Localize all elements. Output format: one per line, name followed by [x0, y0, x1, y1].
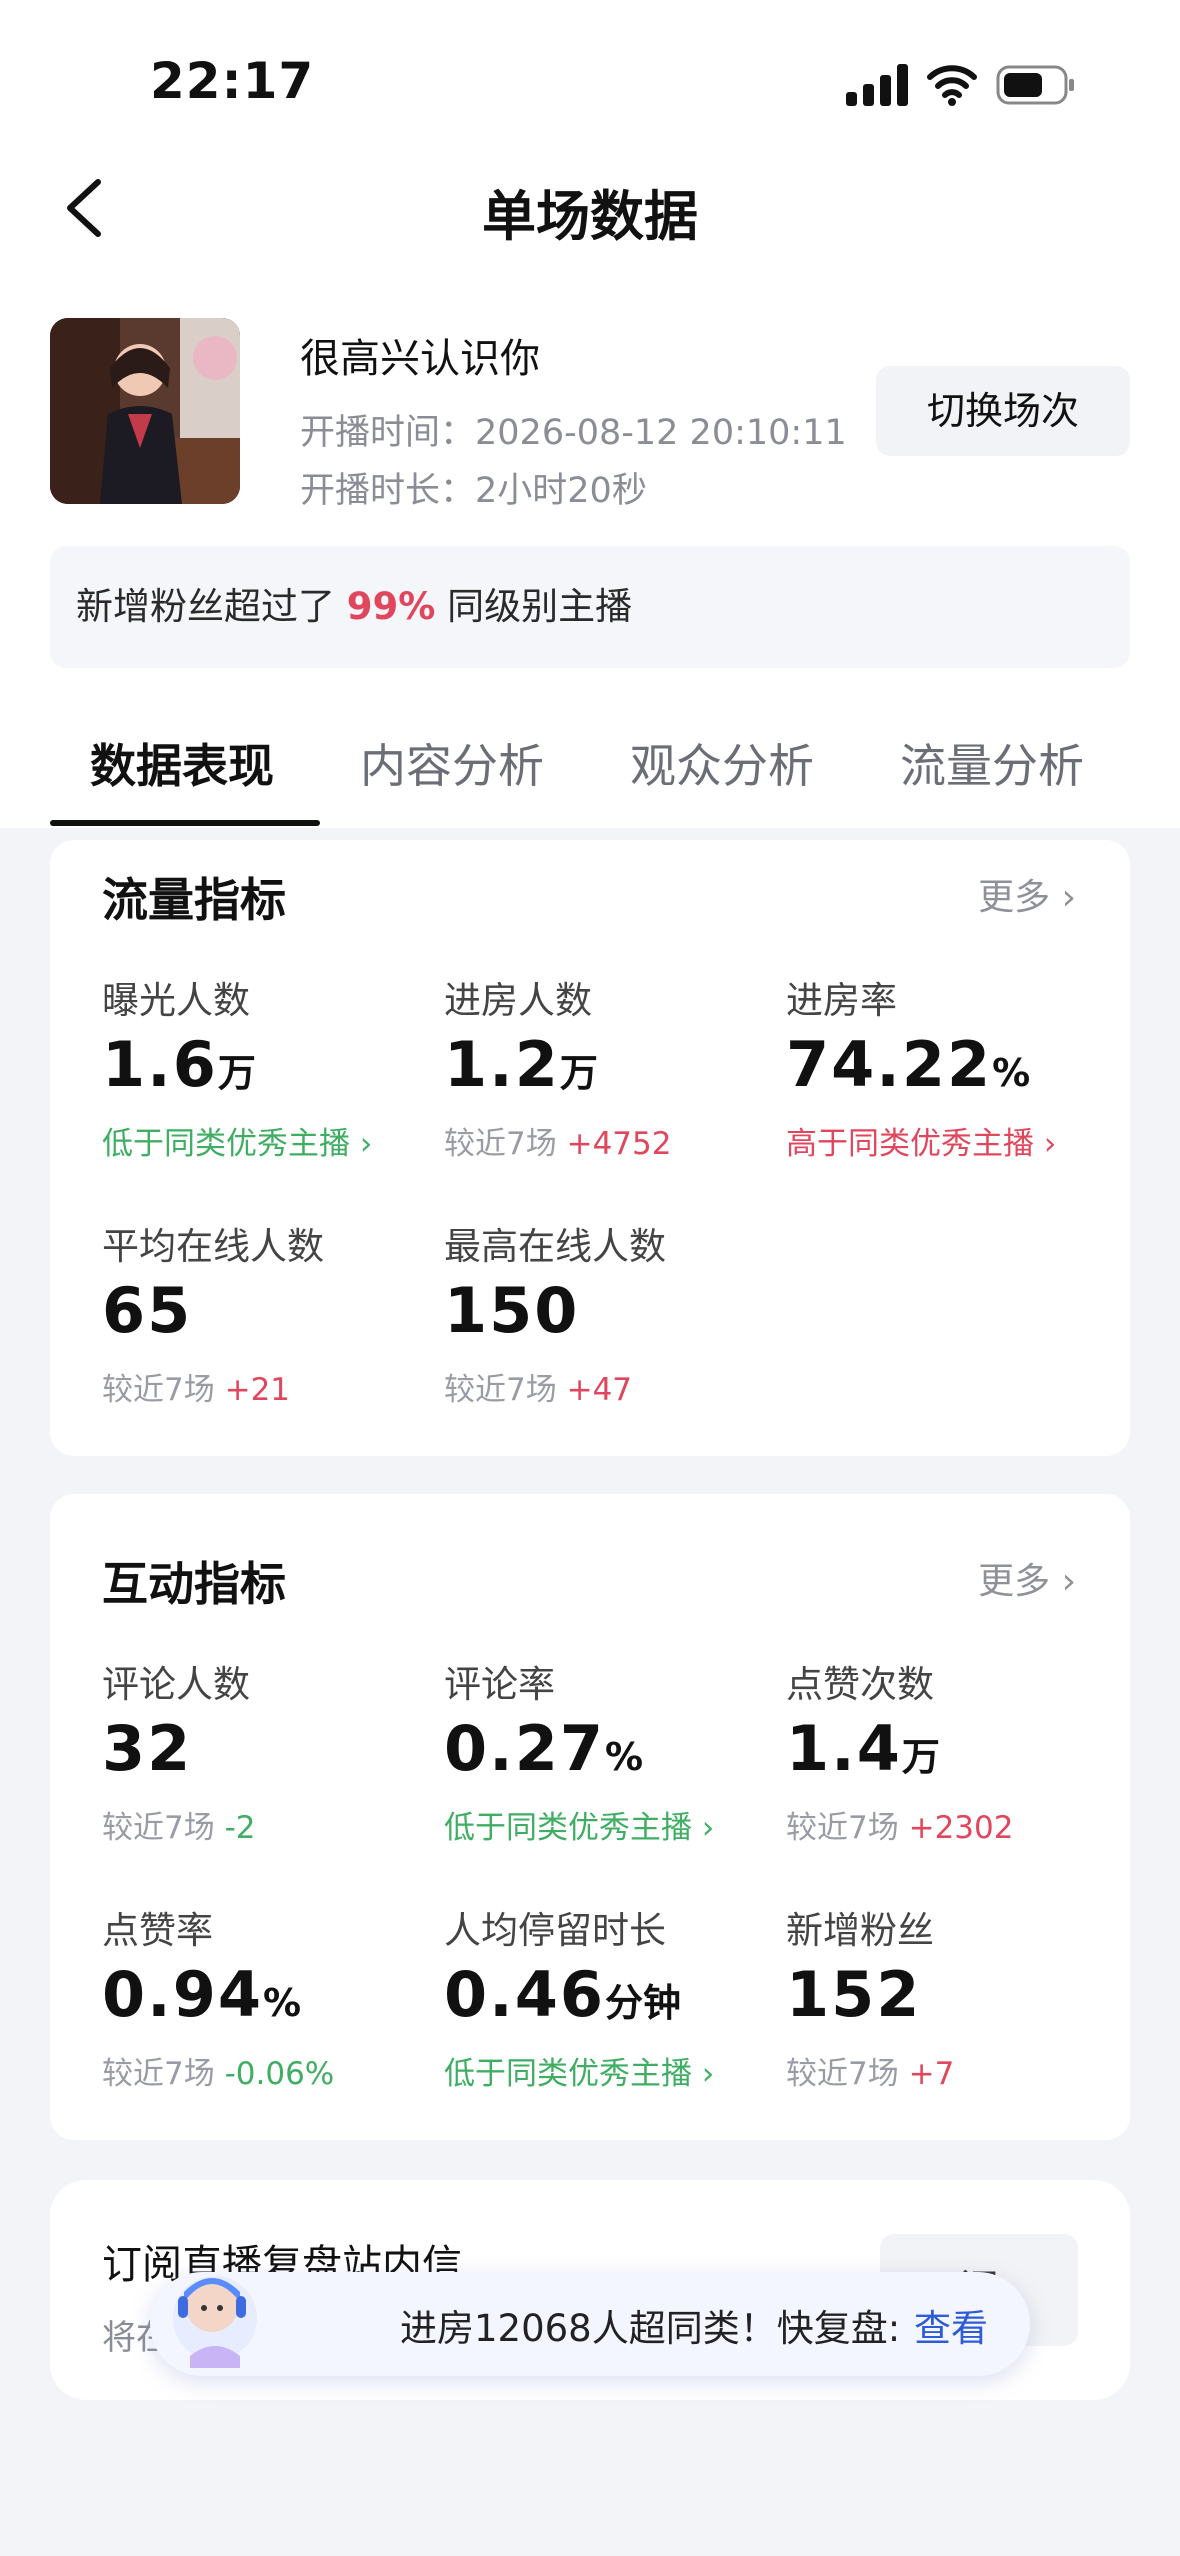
more-label: 更多: [978, 1561, 1051, 1602]
metric-compare: 较近7场 -0.06%: [102, 2056, 335, 2092]
tab-content-analysis[interactable]: 内容分析: [360, 730, 544, 796]
streamer-name: 很高兴认识你: [300, 336, 540, 382]
metric-compare-note[interactable]: 高于同类优秀主播 ›: [786, 1118, 1056, 1163]
duration-value: 2小时20秒: [475, 471, 647, 511]
chevron-right-icon: ›: [1034, 1126, 1057, 1162]
review-prompt-banner[interactable]: 进房12068人超同类！快复盘: 查看: [150, 2272, 1030, 2376]
metric-value: 150: [444, 1274, 580, 1347]
metric-value: 1.2万: [444, 1028, 598, 1101]
chevron-right-icon: ›: [1050, 877, 1076, 918]
metric-value: 0.46分钟: [444, 1958, 681, 2031]
status-time: 22:17: [150, 52, 315, 110]
start-time-label: 开播时间：: [300, 413, 476, 453]
tab-audience-analysis[interactable]: 观众分析: [630, 730, 814, 796]
switch-session-button[interactable]: 切换场次: [876, 366, 1130, 456]
metric-label: 最高在线人数: [444, 1225, 666, 1268]
chevron-right-icon: ›: [692, 2056, 715, 2092]
metric-compare: 较近7场 +2302: [786, 1810, 1014, 1846]
page-title: 单场数据: [482, 185, 698, 248]
chevron-right-icon: ›: [692, 1810, 715, 1846]
traffic-more-link[interactable]: 更多 ›: [978, 868, 1076, 920]
metric-value: 1.6万: [102, 1028, 256, 1101]
metric-compare: 较近7场 +7: [786, 2056, 955, 2092]
tab-bar: 数据表现 内容分析 观众分析 流量分析: [0, 722, 1180, 822]
interaction-card-title: 互动指标: [102, 1557, 286, 1611]
start-time-row: 开播时间：2026-08-12 20:10:11: [300, 404, 847, 455]
traffic-metrics-card: 流量指标 更多 › 曝光人数 1.6万 低于同类优秀主播 › 进房人数 1.2万…: [50, 840, 1130, 1456]
metric-compare-note[interactable]: 低于同类优秀主播 ›: [444, 2048, 714, 2093]
metric-value: 74.22%: [786, 1028, 1031, 1101]
metric-label: 曝光人数: [102, 979, 250, 1022]
active-tab-indicator: [50, 820, 320, 826]
metric-label: 进房人数: [444, 979, 592, 1022]
metric-compare-note[interactable]: 低于同类优秀主播 ›: [102, 1118, 372, 1163]
metric-value: 0.94%: [102, 1958, 302, 2031]
metric-value: 65: [102, 1274, 193, 1347]
traffic-card-title: 流量指标: [102, 873, 286, 927]
metric-compare: 较近7场 +4752: [444, 1126, 672, 1162]
rank-suffix: 同级别主播: [447, 585, 633, 628]
metric-label: 评论人数: [102, 1663, 250, 1706]
chevron-right-icon: ›: [1050, 1561, 1076, 1602]
start-time-value: 2026-08-12 20:10:11: [475, 413, 847, 453]
metric-compare: 较近7场 +21: [102, 1372, 291, 1408]
metric-label: 平均在线人数: [102, 1225, 324, 1268]
metric-label: 进房率: [786, 979, 897, 1022]
battery-icon: [996, 65, 1074, 105]
interaction-metrics-card: 互动指标 更多 › 评论人数 32 较近7场 -2 评论率 0.27% 低于同类…: [50, 1494, 1130, 2140]
metric-value: 1.4万: [786, 1712, 940, 1785]
tab-traffic-analysis[interactable]: 流量分析: [900, 730, 1084, 796]
banner-text: 进房12068人超同类！快复盘:: [400, 2307, 901, 2350]
interaction-more-link[interactable]: 更多 ›: [978, 1552, 1076, 1604]
duration-label: 开播时长：: [300, 471, 476, 511]
metric-value: 152: [786, 1958, 922, 2031]
rank-prefix: 新增粉丝超过了: [76, 585, 335, 628]
metric-label: 人均停留时长: [444, 1909, 666, 1952]
tab-data-performance[interactable]: 数据表现: [90, 730, 274, 796]
metric-compare: 较近7场 +47: [444, 1372, 633, 1408]
rank-percent: 99%: [346, 585, 436, 628]
metric-label: 点赞次数: [786, 1663, 934, 1706]
metric-value: 32: [102, 1712, 193, 1785]
metric-value: 0.27%: [444, 1712, 644, 1785]
more-label: 更多: [978, 877, 1051, 918]
metric-label: 点赞率: [102, 1909, 213, 1952]
metric-compare-note[interactable]: 低于同类优秀主播 ›: [444, 1802, 714, 1847]
metric-label: 新增粉丝: [786, 1909, 934, 1952]
metric-label: 评论率: [444, 1663, 555, 1706]
duration-row: 开播时长：2小时20秒: [300, 462, 647, 513]
fan-rank-banner: 新增粉丝超过了 99% 同级别主播: [50, 546, 1130, 668]
chevron-right-icon: ›: [350, 1126, 373, 1162]
wifi-icon: [927, 65, 977, 106]
cellular-signal-icon: [846, 64, 908, 106]
streamer-avatar[interactable]: [50, 318, 240, 504]
view-link[interactable]: 查看: [914, 2298, 988, 2352]
mascot-icon: [173, 2276, 257, 2368]
metric-compare: 较近7场 -2: [102, 1810, 256, 1846]
